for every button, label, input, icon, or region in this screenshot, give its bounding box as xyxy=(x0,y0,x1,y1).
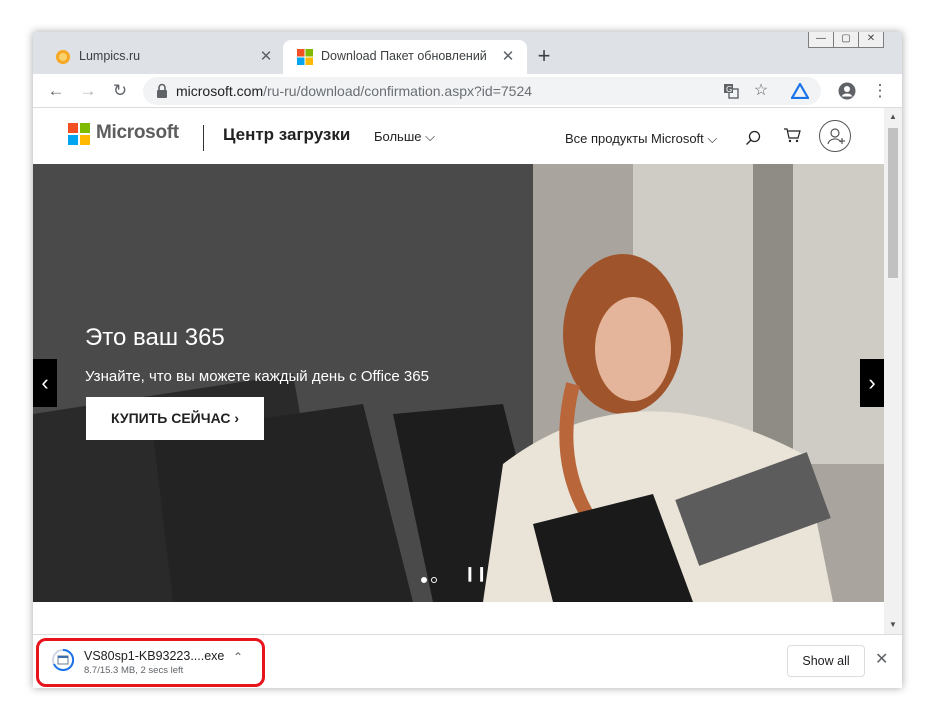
download-filename[interactable]: VS80sp1-KB93223....exe xyxy=(84,649,224,663)
forward-button[interactable]: → xyxy=(77,80,99,102)
sign-in-avatar-icon[interactable] xyxy=(819,120,851,152)
translate-icon[interactable]: G xyxy=(721,81,741,101)
lumpics-orange-icon xyxy=(56,50,70,64)
lock-icon xyxy=(157,83,167,98)
page-scrollbar[interactable]: ▲ ▼ xyxy=(884,108,902,634)
ms-header: Microsoft Центр загрузки Больше ⌵ Все пр… xyxy=(33,108,884,164)
download-status: 8.7/15.3 MB, 2 secs left xyxy=(84,665,184,676)
show-all-button[interactable]: Show all xyxy=(787,645,865,677)
microsoft-logo-icon xyxy=(297,49,313,65)
close-download-bar-icon[interactable]: ✕ xyxy=(875,649,888,669)
tab-strip: Lumpics.ru ✕ Download Пакет обновлений 1… xyxy=(33,32,902,74)
extension-triangle-icon[interactable] xyxy=(791,83,809,99)
web-page: Microsoft Центр загрузки Больше ⌵ Все пр… xyxy=(33,108,884,634)
window-close-button[interactable]: ✕ xyxy=(858,32,884,48)
back-button[interactable]: ← xyxy=(45,80,67,102)
carousel-dot[interactable] xyxy=(431,577,437,583)
tab-close-icon[interactable]: ✕ xyxy=(499,48,517,66)
more-menu[interactable]: Больше ⌵ xyxy=(374,129,435,145)
header-divider xyxy=(203,125,204,151)
hero-banner: Это ваш 365 Узнайте, что вы можете кажды… xyxy=(33,164,884,602)
url-host: microsoft.com xyxy=(176,83,264,99)
tab-microsoft-download[interactable]: Download Пакет обновлений 1 ✕ xyxy=(283,40,527,74)
download-bar: VS80sp1-KB93223....exe 8.7/15.3 MB, 2 se… xyxy=(33,634,902,688)
file-progress-icon xyxy=(52,649,74,671)
brand-name[interactable]: Microsoft xyxy=(96,122,179,144)
hero-title: Это ваш 365 xyxy=(85,324,225,351)
tab-title: Lumpics.ru xyxy=(79,49,141,63)
menu-icon[interactable]: ⋮ xyxy=(869,80,891,102)
hero-subtitle: Узнайте, что вы можете каждый день с Off… xyxy=(85,368,429,385)
carousel-dots xyxy=(421,570,441,588)
url-path: /ru-ru/download/confirmation.aspx?id=752… xyxy=(263,83,533,99)
bookmark-star-icon[interactable]: ☆ xyxy=(751,81,771,101)
tab-close-icon[interactable]: ✕ xyxy=(257,48,275,66)
new-tab-button[interactable]: + xyxy=(533,45,555,67)
carousel-pause-button[interactable]: ❙❙ xyxy=(464,565,487,582)
restore-button[interactable]: ▢ xyxy=(833,32,859,48)
carousel-dot-active[interactable] xyxy=(421,577,427,583)
profile-icon[interactable] xyxy=(838,82,856,100)
scroll-up-icon[interactable]: ▲ xyxy=(884,110,902,124)
scroll-thumb[interactable] xyxy=(888,128,898,278)
scroll-down-icon[interactable]: ▼ xyxy=(884,618,902,632)
browser-toolbar: ← → ↻ microsoft.com/ru-ru/download/confi… xyxy=(33,74,902,108)
all-products-menu[interactable]: Все продукты Microsoft ⌵ xyxy=(565,131,717,147)
carousel-next-button[interactable]: › xyxy=(860,359,884,407)
tab-title: Download Пакет обновлений 1 xyxy=(321,49,491,63)
carousel-prev-button[interactable]: ‹ xyxy=(33,359,57,407)
browser-window: Lumpics.ru ✕ Download Пакет обновлений 1… xyxy=(33,32,902,688)
url-text[interactable]: microsoft.com/ru-ru/download/confirmatio… xyxy=(176,83,532,99)
minimize-button[interactable]: — xyxy=(808,32,834,48)
address-bar[interactable]: microsoft.com/ru-ru/download/confirmatio… xyxy=(143,77,821,105)
tab-lumpics[interactable]: Lumpics.ru ✕ xyxy=(41,40,285,74)
svg-text:G: G xyxy=(726,85,732,94)
search-icon[interactable] xyxy=(745,130,761,146)
cart-icon[interactable] xyxy=(783,127,801,143)
download-center-link[interactable]: Центр загрузки xyxy=(223,125,350,145)
chevron-up-icon[interactable]: ⌃ xyxy=(233,650,243,664)
microsoft-logo[interactable] xyxy=(68,123,90,145)
reload-button[interactable]: ↻ xyxy=(109,80,131,102)
buy-now-button[interactable]: КУПИТЬ СЕЙЧАС › xyxy=(86,397,264,440)
